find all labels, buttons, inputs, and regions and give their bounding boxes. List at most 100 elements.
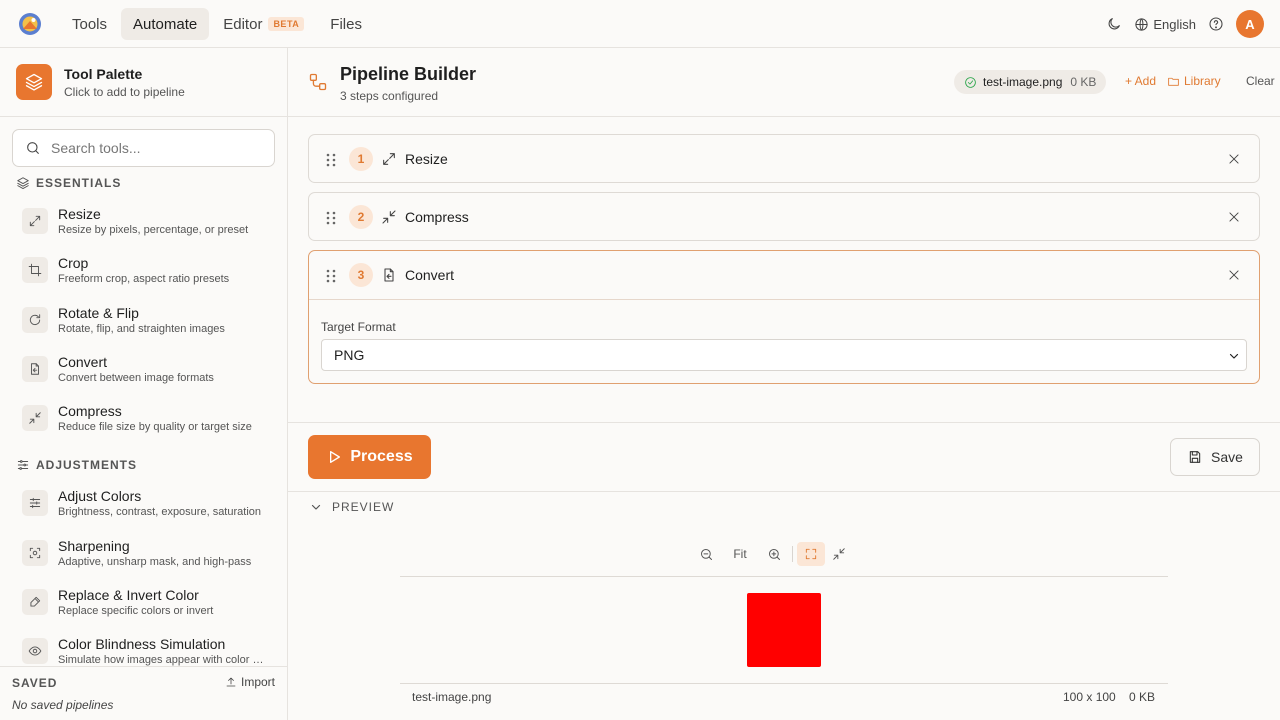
tool-palette-sidebar: Tool Palette Click to add to pipeline ES…: [0, 48, 288, 720]
expand-icon: [22, 208, 48, 234]
step-name: Compress: [405, 209, 469, 225]
search-input[interactable]: [51, 140, 251, 156]
language-label: English: [1153, 16, 1196, 32]
top-right-controls: English A: [1104, 10, 1264, 38]
divider: [400, 576, 1168, 577]
file-name: test-image.png: [983, 75, 1063, 89]
file-convert-icon: [22, 356, 48, 382]
app-logo-icon[interactable]: [18, 12, 42, 36]
nav-tab-label: Tools: [72, 15, 108, 33]
tool-desc: Brightness, contrast, exposure, saturati…: [58, 506, 261, 518]
clear-button[interactable]: Clear: [1246, 74, 1275, 88]
library-button[interactable]: Library: [1167, 74, 1221, 88]
nav-tab-files[interactable]: Files: [318, 8, 374, 40]
palette-title: Tool Palette: [64, 65, 143, 82]
pipeline-step-resize[interactable]: 1 Resize: [308, 134, 1260, 183]
current-file-chip[interactable]: test-image.png 0 KB: [954, 70, 1107, 94]
process-button[interactable]: Process: [308, 435, 431, 479]
language-selector[interactable]: English: [1134, 17, 1196, 32]
process-label: Process: [350, 448, 413, 465]
nav-tab-editor[interactable]: Editor BETA: [211, 8, 316, 40]
tool-desc: Convert between image formats: [58, 372, 214, 384]
tool-name: Crop: [58, 255, 89, 271]
drag-handle-icon[interactable]: [325, 152, 337, 168]
add-button[interactable]: + Add: [1125, 74, 1156, 88]
expand-icon: [383, 153, 395, 165]
help-button[interactable]: [1206, 14, 1226, 34]
close-icon[interactable]: [1227, 210, 1241, 224]
tool-crop[interactable]: Crop Freeform crop, aspect ratio presets: [22, 255, 272, 295]
tool-resize[interactable]: Resize Resize by pixels, percentage, or p…: [22, 206, 272, 246]
tool-convert[interactable]: Convert Convert between image formats: [22, 354, 272, 394]
preview-image: [747, 593, 821, 667]
import-button[interactable]: Import: [225, 675, 275, 689]
tool-rotate-flip[interactable]: Rotate & Flip Rotate, flip, and straighte…: [22, 305, 272, 345]
add-label: + Add: [1125, 74, 1157, 88]
help-icon: [1209, 17, 1223, 31]
library-label: Library: [1184, 74, 1221, 88]
save-button[interactable]: Save: [1170, 438, 1260, 476]
page-subtitle: 3 steps configured: [340, 89, 439, 103]
layers-icon: [17, 177, 29, 190]
close-icon[interactable]: [1227, 268, 1241, 282]
section-essentials: ESSENTIALS: [16, 176, 121, 190]
nav-tab-automate[interactable]: Automate: [121, 8, 210, 40]
tool-sharpening[interactable]: Sharpening Adaptive, unsharp mask, and hi…: [22, 538, 272, 578]
upload-icon: [226, 677, 236, 687]
zoom-toolbar: Fit: [692, 541, 853, 567]
fullscreen-button[interactable]: [797, 542, 825, 566]
tool-compress[interactable]: Compress Reduce file size by quality or t…: [22, 403, 272, 443]
globe-icon: [1135, 17, 1148, 31]
nav-tab-tools[interactable]: Tools: [60, 8, 119, 40]
tool-desc: Resize by pixels, percentage, or preset: [58, 224, 249, 236]
step-name: Convert: [405, 267, 455, 283]
divider: [0, 116, 288, 117]
palette-header: Tool Palette Click to add to pipeline: [16, 64, 185, 100]
tool-desc: Simulate how images appear with color bl…: [58, 654, 268, 666]
step-number: 2: [349, 205, 373, 229]
section-label: ADJUSTMENTS: [36, 458, 138, 472]
toolbar-divider: [792, 546, 793, 562]
eye-icon: [22, 638, 48, 664]
preview-toggle[interactable]: PREVIEW: [310, 500, 394, 514]
eyedropper-icon: [22, 589, 48, 615]
pipeline-step-convert[interactable]: 3 Convert Target Format PNG: [308, 250, 1260, 384]
zoom-in-button[interactable]: [760, 542, 788, 566]
nav-tab-label: Automate: [133, 15, 198, 33]
top-bar: Tools Automate Editor BETA Files English …: [0, 0, 1280, 48]
fullscreen-icon: [805, 548, 817, 560]
target-format-value: PNG: [334, 347, 365, 363]
avatar[interactable]: A: [1236, 10, 1264, 38]
zoom-out-button[interactable]: [692, 542, 720, 566]
saved-label: SAVED: [12, 676, 58, 690]
tool-name: Color Blindness Simulation: [58, 636, 226, 652]
save-label: Save: [1211, 449, 1243, 465]
tool-name: Compress: [58, 403, 122, 419]
workflow-icon: [308, 72, 328, 92]
fit-button[interactable]: Fit: [720, 542, 760, 566]
preview-file-name: test-image.png: [412, 690, 492, 704]
section-adjustments: ADJUSTMENTS: [16, 458, 137, 472]
pipeline-header: Pipeline Builder 3 steps configured test…: [288, 48, 1280, 117]
drag-handle-icon[interactable]: [325, 268, 337, 284]
step-number: 1: [349, 147, 373, 171]
tool-adjust-colors[interactable]: Adjust Colors Brightness, contrast, expos…: [22, 488, 272, 528]
chevron-down-icon: [311, 504, 321, 510]
close-icon[interactable]: [1227, 152, 1241, 166]
pipeline-step-compress[interactable]: 2 Compress: [308, 192, 1260, 241]
search-icon: [27, 142, 39, 154]
tool-desc: Adaptive, unsharp mask, and high-pass: [58, 556, 252, 568]
play-icon: [330, 451, 341, 463]
nav-tab-label: Files: [330, 15, 362, 33]
palette-subtitle: Click to add to pipeline: [64, 84, 185, 99]
target-format-select[interactable]: PNG: [321, 339, 1247, 371]
target-format-label: Target Format: [321, 320, 396, 334]
tool-replace-invert-color[interactable]: Replace & Invert Color Replace specific c…: [22, 587, 272, 627]
minimize-button[interactable]: [825, 542, 853, 566]
tool-name: Replace & Invert Color: [58, 587, 199, 603]
dark-mode-toggle[interactable]: [1104, 14, 1124, 34]
zoom-out-icon: [700, 548, 712, 560]
drag-handle-icon[interactable]: [325, 210, 337, 226]
search-box[interactable]: [12, 129, 275, 167]
divider: [288, 491, 1280, 492]
